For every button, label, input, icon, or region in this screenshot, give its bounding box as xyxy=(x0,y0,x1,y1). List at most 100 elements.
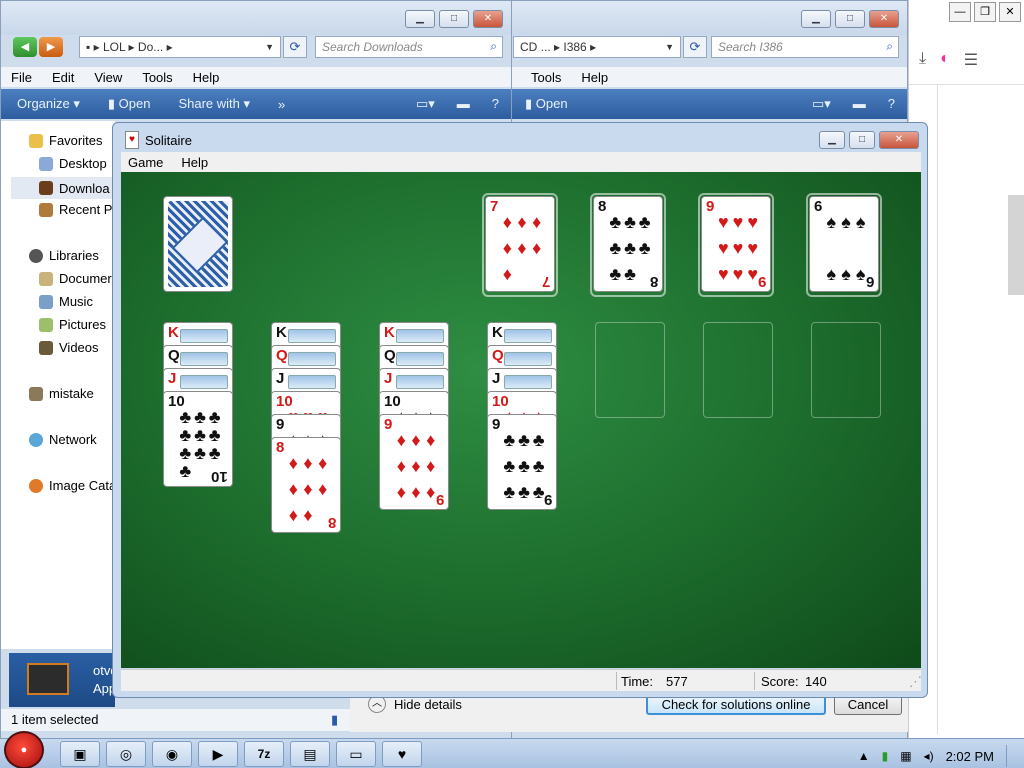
nav-libraries[interactable]: Libraries xyxy=(29,248,99,263)
breadcrumb-cd[interactable]: CD ... xyxy=(520,40,551,54)
refresh-button[interactable]: ⟳ xyxy=(283,36,307,58)
menu-file[interactable]: File xyxy=(11,70,32,85)
playing-card[interactable]: 6 ♠ ♠ ♠ ♠ ♠ ♠ 6 xyxy=(809,196,879,292)
back-arrow-icon[interactable]: ◀ xyxy=(13,37,37,57)
empty-tableau-slot[interactable] xyxy=(595,322,665,418)
solitaire-icon[interactable]: ♥ xyxy=(382,741,422,767)
show-desktop-button[interactable] xyxy=(1006,745,1014,767)
menu-tools[interactable]: Tools xyxy=(531,70,561,85)
browser-close-button[interactable]: ✕ xyxy=(999,2,1021,22)
minimize-button[interactable]: ▁ xyxy=(801,10,831,28)
playing-card[interactable]: 8 ♦ ♦ ♦ ♦ ♦ ♦ ♦ ♦ 8 xyxy=(271,437,341,533)
playing-card[interactable]: 10 ♣ ♣ ♣ ♣ ♣ ♣ ♣ ♣ ♣ ♣ 10 xyxy=(163,391,233,487)
menu-help[interactable]: Help xyxy=(181,155,208,170)
preview-pane-icon[interactable]: ▬ xyxy=(853,96,866,112)
profile-icon[interactable]: ◐ xyxy=(940,50,950,70)
refresh-button[interactable]: ⟳ xyxy=(683,36,707,58)
nav-music[interactable]: Music xyxy=(39,294,93,309)
check-solutions-button[interactable]: Check for solutions online xyxy=(646,695,826,715)
7zip-icon[interactable]: 7z xyxy=(244,741,284,767)
nav-videos[interactable]: Videos xyxy=(39,340,99,355)
close-button[interactable]: ✕ xyxy=(869,10,899,28)
breadcrumb-lol[interactable]: LOL xyxy=(103,40,125,54)
browser-scrollbar-thumb[interactable] xyxy=(1008,195,1024,295)
nav-documents[interactable]: Documer xyxy=(39,271,112,286)
menu-view[interactable]: View xyxy=(94,70,122,85)
maximize-button[interactable]: □ xyxy=(849,131,875,149)
playing-card[interactable]: 7 ♦ ♦ ♦ ♦ ♦ ♦ ♦ 7 xyxy=(485,196,555,292)
playing-card[interactable]: 9 ♥ ♥ ♥ ♥ ♥ ♥ ♥ ♥ ♥ 9 xyxy=(701,196,771,292)
nav-image-catalog[interactable]: Image Cata xyxy=(29,478,116,493)
playing-card[interactable]: 9 ♦ ♦ ♦ ♦ ♦ ♦ ♦ ♦ ♦ 9 xyxy=(379,414,449,510)
view-options-icon[interactable]: ▭▾ xyxy=(416,96,435,112)
menu-icon[interactable]: ☰ xyxy=(964,50,978,70)
chevron-down-icon[interactable]: ▼ xyxy=(265,42,274,52)
menu-help[interactable]: Help xyxy=(581,70,608,85)
nav-mistake[interactable]: mistake xyxy=(29,386,94,401)
empty-tableau-slot[interactable] xyxy=(703,322,773,418)
media-player-icon[interactable]: ▶ xyxy=(198,741,238,767)
menu-edit[interactable]: Edit xyxy=(52,70,74,85)
nav-desktop[interactable]: Desktop xyxy=(39,156,107,171)
chrome-icon[interactable]: ◎ xyxy=(106,741,146,767)
network-tray-icon[interactable]: ▦ xyxy=(900,749,911,763)
forward-arrow-icon[interactable]: ▶ xyxy=(39,37,63,57)
card-rank: 7 xyxy=(490,198,499,215)
battery-icon[interactable]: ▮ xyxy=(882,749,889,763)
nav-recent-places[interactable]: Recent Pl xyxy=(39,202,115,217)
address-bar[interactable]: CD ... ▸ I386 ▸ ▼ xyxy=(513,36,681,58)
resize-grip-icon[interactable]: ⋰ xyxy=(909,674,922,690)
maximize-button[interactable]: □ xyxy=(439,10,469,28)
share-with-command[interactable]: Share with ▾ xyxy=(178,96,250,112)
breadcrumb-downloads[interactable]: Do... xyxy=(138,40,163,54)
show-hidden-icons-icon[interactable]: ▲ xyxy=(858,749,870,763)
nav-network[interactable]: Network xyxy=(29,432,97,447)
close-button[interactable]: ✕ xyxy=(879,131,919,149)
organize-command[interactable]: Organize ▾ xyxy=(17,96,80,112)
menu-tools[interactable]: Tools xyxy=(142,70,172,85)
breadcrumb-i386[interactable]: I386 xyxy=(563,40,586,54)
solitaire-titlebar[interactable]: ♥ Solitaire xyxy=(125,131,192,149)
chevron-down-icon[interactable]: ▼ xyxy=(665,42,674,52)
preview-pane-icon[interactable]: ▬ xyxy=(457,96,470,112)
menu-game[interactable]: Game xyxy=(128,155,163,170)
more-commands-button[interactable]: » xyxy=(278,97,285,112)
cancel-button[interactable]: Cancel xyxy=(834,695,902,715)
nav-pictures[interactable]: Pictures xyxy=(39,317,106,332)
card-icon[interactable]: ▭ xyxy=(336,741,376,767)
help-icon[interactable]: ? xyxy=(888,96,895,112)
clock[interactable]: 2:02 PM xyxy=(946,749,994,764)
stock-pile[interactable] xyxy=(163,196,233,292)
explorer-icon[interactable]: ▣ xyxy=(60,741,100,767)
nav-favorites[interactable]: Favorites xyxy=(29,133,102,148)
search-icon[interactable]: ⌕ xyxy=(886,39,893,54)
playing-card[interactable]: 9 ♣ ♣ ♣ ♣ ♣ ♣ ♣ ♣ ♣ 9 xyxy=(487,414,557,510)
suit-pip-icon: ♣ xyxy=(208,407,221,427)
empty-tableau-slot[interactable] xyxy=(811,322,881,418)
open-command[interactable]: ▮ Open xyxy=(525,96,568,112)
explorer-downloads-titlebar[interactable]: ▁ □ ✕ xyxy=(1,1,511,35)
download-icon[interactable]: ⤓ xyxy=(919,50,926,70)
playing-card[interactable]: 8 ♣ ♣ ♣ ♣ ♣ ♣ ♣ ♣ 8 xyxy=(593,196,663,292)
search-icon[interactable]: ⌕ xyxy=(490,39,497,54)
volume-icon[interactable]: ◂) xyxy=(924,749,934,763)
menu-help[interactable]: Help xyxy=(193,70,220,85)
explorer-downloads-command-bar: Organize ▾ ▮ Open Share with ▾ » ▭▾ ▬ ? xyxy=(1,89,511,119)
minimize-button[interactable]: ▁ xyxy=(405,10,435,28)
open-command[interactable]: ▮ Open xyxy=(108,96,151,112)
explorer-i386-titlebar[interactable]: ▁ □ ✕ xyxy=(509,1,907,35)
address-bar[interactable]: ▪ ▸ LOL ▸ Do... ▸ ▼ xyxy=(79,36,281,58)
help-icon[interactable]: ? xyxy=(492,96,499,112)
window-icon[interactable]: ▤ xyxy=(290,741,330,767)
start-button[interactable]: ● xyxy=(4,731,44,768)
firefox-icon[interactable]: ◉ xyxy=(152,741,192,767)
search-input[interactable]: Search Downloads ⌕ xyxy=(315,36,503,58)
close-button[interactable]: ✕ xyxy=(473,10,503,28)
nav-downloads[interactable]: Downloa xyxy=(11,177,115,199)
view-options-icon[interactable]: ▭▾ xyxy=(812,96,831,112)
search-input[interactable]: Search I386 ⌕ xyxy=(711,36,899,58)
minimize-button[interactable]: ▁ xyxy=(819,131,845,149)
browser-minimize-button[interactable]: — xyxy=(949,2,971,22)
maximize-button[interactable]: □ xyxy=(835,10,865,28)
browser-restore-button[interactable]: ❐ xyxy=(974,2,996,22)
